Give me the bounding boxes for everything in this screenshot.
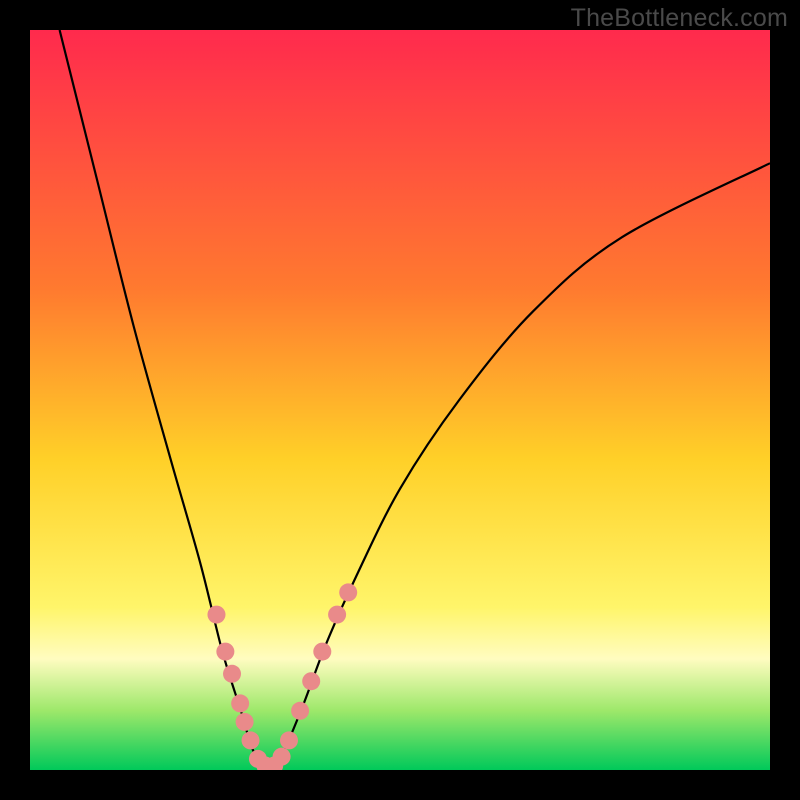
- highlight-dot: [328, 606, 346, 624]
- watermark-text: TheBottleneck.com: [571, 4, 788, 33]
- highlight-dot: [216, 643, 234, 661]
- highlight-dot: [242, 731, 260, 749]
- highlight-dot: [313, 643, 331, 661]
- highlight-dot: [302, 672, 320, 690]
- highlight-dot: [207, 606, 225, 624]
- highlight-dot: [280, 731, 298, 749]
- highlight-dot: [339, 583, 357, 601]
- highlight-dot: [291, 702, 309, 720]
- chart-svg: [30, 30, 770, 770]
- highlight-dot: [273, 748, 291, 766]
- chart-frame: TheBottleneck.com: [0, 0, 800, 800]
- highlight-dot: [223, 665, 241, 683]
- highlight-dot: [231, 694, 249, 712]
- gradient-background: [30, 30, 770, 770]
- chart-plot-area: [30, 30, 770, 770]
- highlight-dot: [236, 713, 254, 731]
